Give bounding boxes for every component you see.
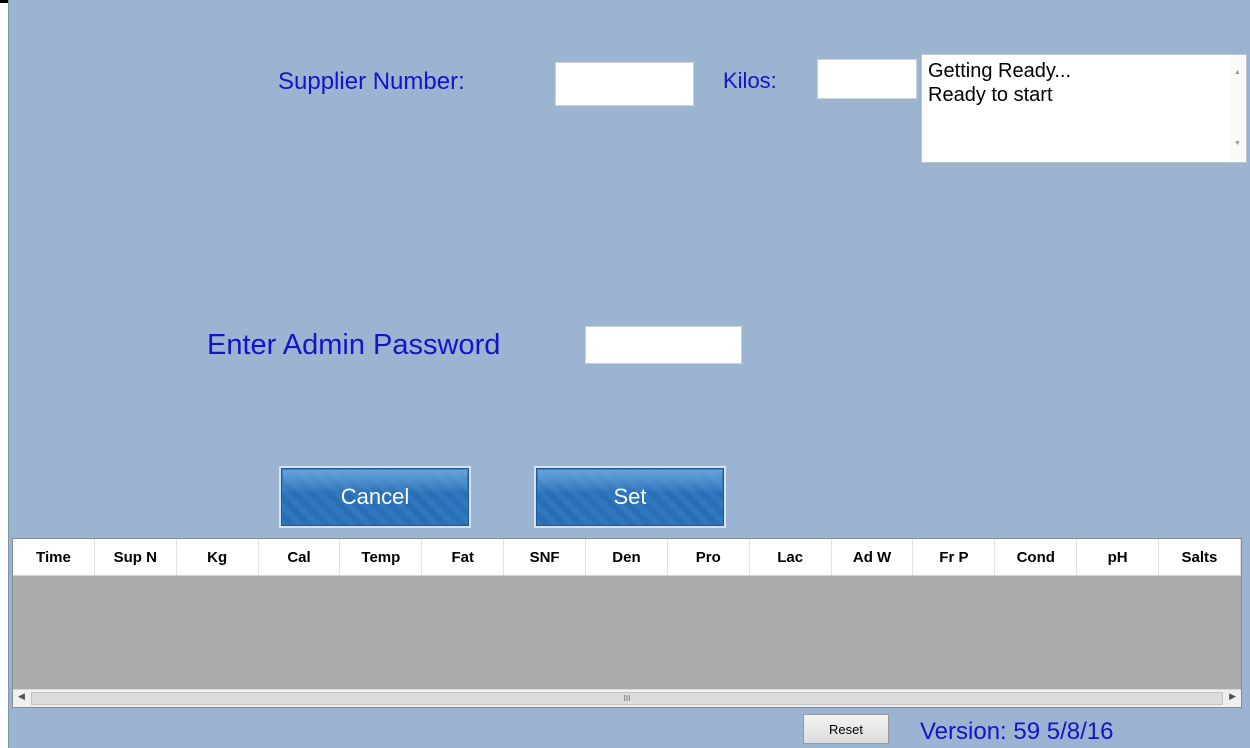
- column-header[interactable]: SNF: [504, 539, 587, 575]
- column-header[interactable]: Ad W: [832, 539, 914, 575]
- scroll-left-arrow-icon[interactable]: ◀: [18, 691, 25, 702]
- kilos-input[interactable]: [817, 59, 917, 99]
- column-header[interactable]: Lac: [750, 539, 832, 575]
- column-header[interactable]: Fr P: [913, 539, 996, 575]
- column-header[interactable]: Salts: [1159, 539, 1241, 575]
- grid-header: Time Sup N Kg Cal Temp Fat SNF Den Pro L…: [13, 539, 1241, 576]
- supplier-number-label: Supplier Number:: [278, 68, 465, 95]
- supplier-number-input[interactable]: [555, 62, 694, 106]
- column-header[interactable]: Pro: [668, 539, 750, 575]
- column-header[interactable]: Temp: [340, 539, 423, 575]
- cancel-button[interactable]: Cancel: [279, 466, 471, 528]
- log-line: Getting Ready...: [928, 60, 1072, 82]
- scroll-up-arrow-icon[interactable]: ▲: [1234, 61, 1241, 85]
- scroll-right-arrow-icon[interactable]: ▶: [1229, 691, 1236, 702]
- column-header[interactable]: Cond: [995, 539, 1078, 575]
- grid-horizontal-scrollbar[interactable]: ◀ III ▶: [13, 689, 1241, 707]
- kilos-label: Kilos:: [723, 68, 777, 93]
- column-header[interactable]: Sup N: [95, 539, 177, 575]
- set-button-label: Set: [613, 484, 647, 509]
- set-button[interactable]: Set: [534, 466, 726, 528]
- log-scrollbar[interactable]: ▲ ▼: [1230, 55, 1246, 162]
- scroll-down-arrow-icon[interactable]: ▼: [1234, 132, 1241, 156]
- scroll-thumb[interactable]: III: [31, 692, 1223, 705]
- log-line: Ready to start: [928, 84, 1053, 106]
- cancel-button-label: Cancel: [340, 484, 410, 509]
- admin-password-input[interactable]: [585, 326, 742, 364]
- column-header[interactable]: Time: [13, 539, 95, 575]
- version-label: Version: 59 5/8/16: [920, 718, 1114, 745]
- column-header[interactable]: Den: [586, 539, 668, 575]
- column-header[interactable]: pH: [1077, 539, 1160, 575]
- reset-button[interactable]: Reset: [803, 714, 889, 744]
- column-header[interactable]: Kg: [177, 539, 259, 575]
- column-header[interactable]: Fat: [422, 539, 505, 575]
- column-header[interactable]: Cal: [259, 539, 341, 575]
- status-log[interactable]: Getting Ready... Ready to start ▲ ▼: [921, 54, 1247, 163]
- admin-password-label: Enter Admin Password: [207, 329, 501, 361]
- results-grid[interactable]: Time Sup N Kg Cal Temp Fat SNF Den Pro L…: [12, 538, 1242, 708]
